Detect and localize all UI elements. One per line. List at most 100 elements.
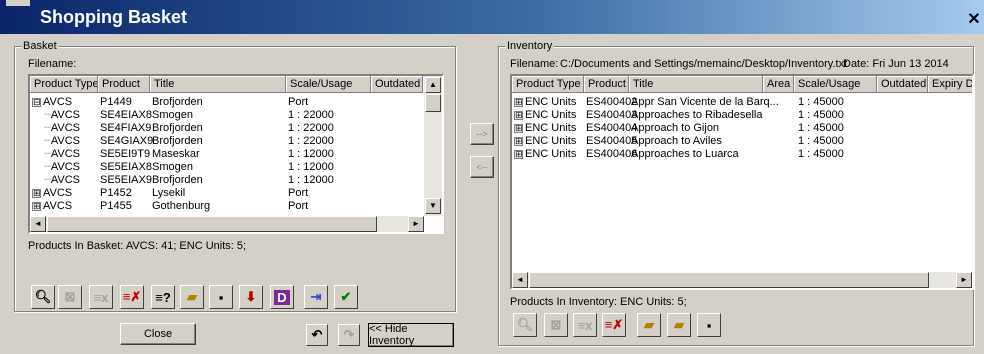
inventory-hscroll[interactable]: ◄ ► [512,272,972,288]
row-title: Brofjorden [152,174,203,186]
inventory-col-area[interactable]: Area [763,76,794,93]
add-to-basket-button[interactable]: --> [470,123,494,145]
basket-scroll-thumb[interactable] [425,94,441,112]
tree-expand-icon[interactable]: ⊞ [514,149,523,159]
basket-col-product[interactable]: Product [98,76,150,93]
tree-expand-icon[interactable]: ⊞ [514,97,523,107]
row-type-text: ENC Units [525,109,577,121]
tree-expand-icon[interactable]: ⊞ [514,110,523,120]
basket-confirm-button[interactable]: ✔ [334,285,358,309]
row-product-type: ┈AVCS [32,161,80,174]
tree-expand-icon[interactable]: ⊞ [32,188,41,198]
hide-inventory-button[interactable]: << Hide Inventory [368,323,454,347]
tree-expand-icon[interactable]: ⊞ [32,201,41,211]
basket-col-scale[interactable]: Scale/Usage [286,76,371,93]
inventory-col-title[interactable]: Title [629,76,763,93]
basket-hscroll-thumb[interactable] [47,216,377,232]
row-scale: 1 : 22000 [288,109,334,121]
basket-d-button[interactable]: D [270,285,294,309]
basket-clear-button[interactable]: ≡✗ [120,285,144,309]
inventory-clear-button[interactable]: ≡✗ [602,313,626,337]
inventory-col-outdated[interactable]: Outdated [877,76,928,93]
basket-scroll-left-icon[interactable]: ◄ [30,216,46,232]
basket-properties-button[interactable]: ≡? [151,285,175,309]
basket-table-row[interactable]: ┈AVCS SE4FIAX9 Brofjorden 1 : 22000 [30,122,422,135]
inventory-filter-button[interactable]: ⊠ [544,313,568,337]
inventory-col-scale[interactable]: Scale/Usage [794,76,877,93]
row-title: Brofjorden [152,135,203,147]
basket-group-label: Basket [21,40,59,52]
row-scale: 1 : 12000 [288,161,334,173]
basket-remove-selected-button[interactable]: ≡x [89,285,113,309]
basket-table-row[interactable]: ┈AVCS SE5EIAX8 Smogen 1 : 12000 [30,161,422,174]
magnifier-icon: 🔍︎ [516,317,534,332]
basket-col-product-type[interactable]: Product Type [30,76,98,93]
inventory-search-button[interactable]: 🔍︎ [513,313,537,337]
inventory-table-row[interactable]: ⊞ ENC Units ES400403 Approaches to Ribadese… [512,109,972,122]
basket-scroll-down-icon[interactable]: ▼ [425,198,441,214]
basket-table-row[interactable]: ⊞ AVCS P1452 Lysekil Port [30,187,422,200]
basket-search-button[interactable]: 🔍︎ [31,285,55,309]
remove-from-basket-button[interactable]: <-- [470,156,494,178]
row-product: SE5EIAX9 [100,174,152,186]
row-scale: 1 : 45000 [798,135,844,147]
basket-table-row[interactable]: ┈AVCS SE4EIAX8 Smogen 1 : 22000 [30,109,422,122]
basket-table-row[interactable]: ⊞ AVCS P1455 Gothenburg Port [30,200,422,213]
inventory-scroll-right-icon[interactable]: ► [956,272,972,288]
close-window-icon[interactable]: ✕ [966,12,982,28]
basket-col-title[interactable]: Title [150,76,286,93]
basket-col-outdated[interactable]: Outdated [371,76,423,93]
close-button[interactable]: Close [120,323,196,345]
row-scale: 1 : 22000 [288,135,334,147]
basket-table-row[interactable]: ┈AVCS SE5EI9T9 Maseskar 1 : 12000 [30,148,422,161]
row-product-type: ┈AVCS [32,109,80,122]
inventory-table-row[interactable]: ⊞ ENC Units ES400406 Approaches to Luarca 1 … [512,148,972,161]
inventory-table-row[interactable]: ⊞ ENC Units ES400405 Approach to Aviles 1 : … [512,135,972,148]
inventory-open-alt-button[interactable]: ▰ [667,313,691,337]
inventory-filename-value: C:/Documents and Settings/memainc/Deskto… [560,58,848,70]
undo-button[interactable]: ↶ [306,324,328,346]
basket-table-row[interactable]: ┈AVCS SE5EIAX9 Brofjorden 1 : 12000 [30,174,422,187]
row-product-type: ⊞ ENC Units [514,109,576,122]
inventory-col-product[interactable]: Product [584,76,629,93]
basket-export-button[interactable]: ⬇ [239,285,263,309]
row-type-text: ENC Units [525,96,577,108]
basket-filter-button[interactable]: ⊠ [58,285,82,309]
tree-expand-icon[interactable]: ⊞ [514,136,523,146]
basket-table-row[interactable]: ┈AVCS SE4GIAX9 Brofjorden 1 : 22000 [30,135,422,148]
inventory-table-row[interactable]: ⊞ ENC Units ES400402 Appr San Vicente de la… [512,96,972,109]
basket-hscroll[interactable]: ◄ ► [30,216,424,232]
basket-vscroll[interactable]: ▲ ▼ [424,76,442,216]
inventory-scroll-left-icon[interactable]: ◄ [512,272,528,288]
inventory-col-product-type[interactable]: Product Type [512,76,584,93]
basket-import-button[interactable]: ⇥ [304,285,328,309]
inventory-table-row[interactable]: ⊞ ENC Units ES400404 Approach to Gijon 1 : 4… [512,122,972,135]
filter-icon: ⊠ [64,289,76,304]
tree-expand-icon[interactable]: ⊞ [514,123,523,133]
row-title: Appr San Vicente de la Barq... [631,96,779,108]
row-title: Approaches to Ribadesella [631,109,763,121]
inventory-save-button[interactable]: ▪ [697,313,721,337]
basket-list[interactable]: Product Type Product Title Scale/Usage O… [28,74,444,234]
redo-button[interactable]: ↷ [338,324,360,346]
basket-list-header: Product Type Product Title Scale/Usage O… [30,76,423,93]
inventory-col-expiry[interactable]: Expiry D [928,76,972,93]
basket-scroll-up-icon[interactable]: ▲ [425,77,441,93]
inventory-open-button[interactable]: ▰ [637,313,661,337]
basket-save-button[interactable]: ▪ [209,285,233,309]
basket-scroll-right-icon[interactable]: ► [408,216,424,232]
inventory-list[interactable]: Product Type Product Title Area Scale/Us… [510,74,974,290]
basket-open-button[interactable]: ▰ [180,285,204,309]
row-title: Smogen [152,161,193,173]
row-title: Approach to Aviles [631,135,722,147]
tree-collapse-icon[interactable]: ⊟ [32,97,41,107]
remove-selected-icon: ≡x [577,317,593,333]
save-disk-icon: ▪ [706,317,712,333]
inventory-hscroll-thumb[interactable] [529,272,929,288]
row-type-text: AVCS [43,96,73,108]
inventory-remove-selected-button[interactable]: ≡x [573,313,597,337]
row-product-type: ⊞ ENC Units [514,122,576,135]
row-scale: 1 : 12000 [288,174,334,186]
basket-table-row[interactable]: ⊟ AVCS P1449 Brofjorden Port [30,96,422,109]
remove-selected-icon: ≡x [93,289,109,305]
